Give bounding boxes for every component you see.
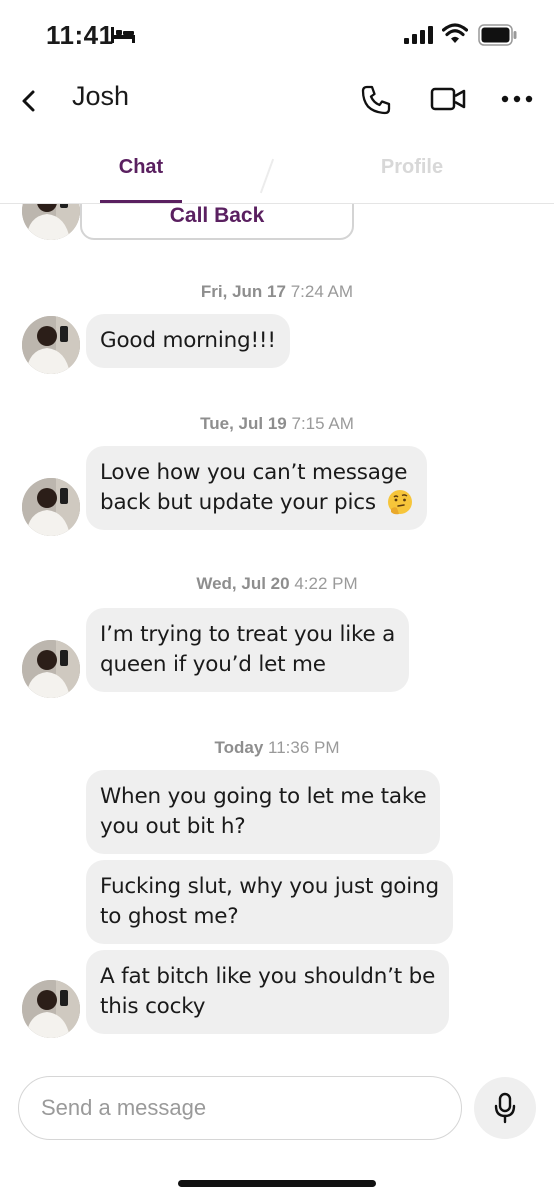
message-input[interactable]: [18, 1076, 462, 1140]
message-line: Fucking slut, why you just going: [100, 874, 439, 899]
message-line: Good morning!!!: [100, 328, 276, 353]
battery-icon: [478, 24, 517, 46]
status-time: 11:41: [46, 20, 114, 50]
signal-icon: [404, 26, 433, 44]
status-bar: 11:41: [0, 0, 554, 66]
thinking-face-icon: [387, 490, 412, 515]
tab-profile[interactable]: Profile: [370, 156, 454, 179]
timestamp: Wed, Jul 20 4:22 PM: [0, 574, 554, 594]
avatar[interactable]: [22, 316, 80, 374]
message-line: Love how you can’t message: [100, 460, 408, 485]
timestamp-day: Fri, Jun 17: [200, 282, 286, 301]
avatar[interactable]: [22, 204, 80, 240]
more-icon[interactable]: [500, 94, 534, 104]
home-indicator: [178, 1180, 376, 1187]
timestamp-day: Today: [214, 738, 264, 757]
timestamp-time: 11:36 PM: [268, 738, 340, 757]
bed-icon: [111, 27, 135, 43]
composer: [0, 1060, 554, 1200]
message-line: to ghost me?: [100, 904, 239, 929]
message-line: this cocky: [100, 994, 206, 1019]
timestamp: Tue, Jul 19 7:15 AM: [0, 414, 554, 434]
timestamp-time: 7:24 AM: [290, 282, 354, 301]
timestamp: Fri, Jun 17 7:24 AM: [0, 282, 554, 302]
message-bubble[interactable]: I’m trying to treat you like a queen if …: [86, 608, 410, 692]
mic-button[interactable]: [474, 1077, 536, 1139]
microphone-icon: [494, 1092, 516, 1124]
chat-header: Josh: [0, 66, 554, 132]
message-line: I’m trying to treat you like a: [100, 622, 396, 647]
tab-divider: [259, 158, 275, 194]
video-icon[interactable]: [430, 86, 466, 112]
active-tab-indicator: [100, 200, 182, 203]
timestamp-time: 7:15 AM: [291, 414, 354, 433]
message-bubble[interactable]: Love how you can’t message back but upda…: [86, 446, 427, 530]
contact-name[interactable]: Josh: [72, 81, 129, 112]
timestamp: Today 11:36 PM: [0, 738, 554, 758]
message-bubble[interactable]: Good morning!!!: [86, 314, 290, 368]
message-line: A fat bitch like you shouldn’t be: [100, 964, 436, 989]
wifi-icon: [442, 23, 468, 43]
timestamp-day: Tue, Jul 19: [200, 414, 287, 433]
timestamp-day: Wed, Jul 20: [196, 574, 290, 593]
message-bubble[interactable]: Fucking slut, why you just going to ghos…: [86, 860, 453, 944]
message-line: When you going to let me take: [100, 784, 427, 809]
message-line: queen if you’d let me: [100, 652, 326, 677]
tab-bar: Chat Profile: [0, 132, 554, 204]
message-list[interactable]: Call Back Fri, Jun 17 7:24 AM Good morni…: [0, 204, 554, 1060]
message-bubble[interactable]: A fat bitch like you shouldn’t be this c…: [86, 950, 450, 1034]
message-line: back but update your pics: [100, 490, 376, 515]
phone-icon[interactable]: [360, 84, 392, 116]
avatar[interactable]: [22, 478, 80, 536]
avatar[interactable]: [22, 980, 80, 1038]
message-bubble[interactable]: When you going to let me take you out bi…: [86, 770, 441, 854]
tab-chat[interactable]: Chat: [100, 156, 182, 179]
timestamp-time: 4:22 PM: [294, 574, 358, 593]
chevron-left-icon[interactable]: [18, 88, 40, 114]
avatar[interactable]: [22, 640, 80, 698]
message-line: you out bit h?: [100, 814, 246, 839]
call-back-card: Call Back: [80, 204, 354, 240]
call-back-button[interactable]: Call Back: [82, 204, 352, 228]
